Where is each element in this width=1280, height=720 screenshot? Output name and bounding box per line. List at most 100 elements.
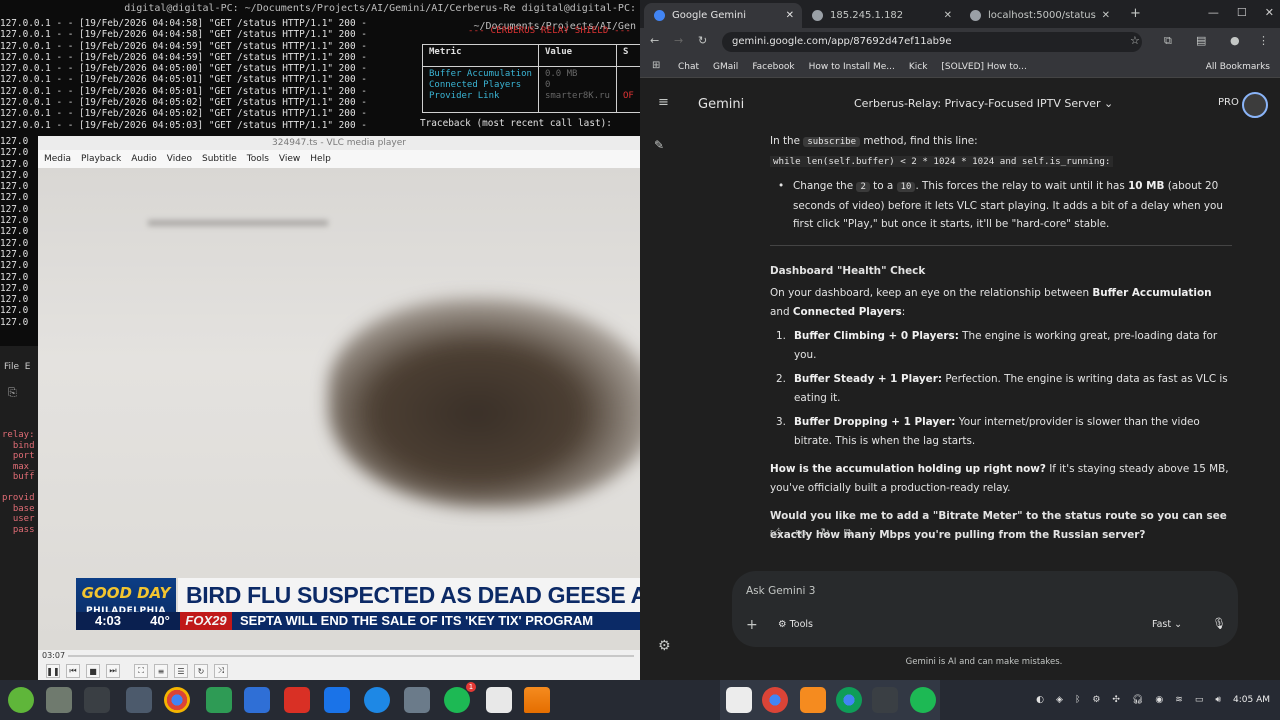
avatar[interactable]	[1242, 92, 1268, 118]
stop-icon[interactable]: ■	[86, 664, 100, 678]
window-spotify-icon[interactable]	[910, 687, 936, 713]
close-window-icon[interactable]: ✕	[1265, 6, 1274, 19]
vlc-seekbar[interactable]: 03:07	[38, 650, 640, 662]
gemini-logo[interactable]: Gemini	[698, 97, 744, 112]
gmail-icon[interactable]	[284, 687, 310, 713]
close-tab-icon[interactable]: ✕	[786, 3, 794, 28]
vlc-menu-audio[interactable]: Audio	[131, 150, 157, 168]
window-terminal-icon[interactable]	[872, 687, 898, 713]
copy-icon[interactable]: ⧉	[844, 526, 852, 540]
prompt-input[interactable]: Ask Gemini 3	[746, 585, 815, 597]
more-options-icon[interactable]: ⋮	[866, 526, 877, 540]
maximize-icon[interactable]: ☐	[1237, 6, 1247, 19]
chat-title[interactable]: Cerberus-Relay: Privacy-Focused IPTV Ser…	[854, 97, 1113, 110]
bookmark-gmail[interactable]: GMail	[713, 56, 738, 77]
chrome-icon[interactable]	[164, 687, 190, 713]
calendar-icon[interactable]	[244, 687, 270, 713]
vlc-menu-view[interactable]: View	[279, 150, 300, 168]
pause-icon[interactable]: ❚❚	[46, 664, 60, 678]
bookmark-chat[interactable]: Chat	[678, 56, 699, 77]
vlc-menu-playback[interactable]: Playback	[81, 150, 121, 168]
files-icon[interactable]	[46, 687, 72, 713]
text-editor-icon[interactable]	[486, 687, 512, 713]
vlc-menu-media[interactable]: Media	[44, 150, 71, 168]
bookmark-facebook[interactable]: Facebook	[752, 56, 794, 77]
forward-icon[interactable]: →	[674, 34, 683, 47]
system-clock[interactable]: 4:05 AM	[1233, 695, 1270, 705]
next-icon[interactable]: ⏭	[106, 664, 120, 678]
profile-icon[interactable]: ●	[1230, 34, 1240, 47]
window-chrome2-icon[interactable]	[836, 687, 862, 713]
terminal-window[interactable]: digital@digital-PC: ~/Documents/Projects…	[0, 0, 640, 136]
bookmark-star-icon[interactable]: ☆	[1130, 34, 1140, 47]
minimize-icon[interactable]: —	[1208, 6, 1219, 19]
chrome-window[interactable]: Google Gemini ✕ 185.245.1.182 ✕ localhost:…	[640, 0, 1280, 680]
tray-wifi-icon[interactable]: ≋	[1175, 695, 1183, 705]
vlc-menu-video[interactable]: Video	[167, 150, 192, 168]
system-monitor-icon[interactable]	[126, 687, 152, 713]
new-chat-icon[interactable]: ✎	[654, 138, 664, 152]
tab-gemini[interactable]: Google Gemini ✕	[644, 3, 802, 28]
ide-window[interactable]: File E ⎘ relay: bind port max_ buff prov…	[0, 346, 40, 680]
apps-grid-icon[interactable]: ⊞	[652, 60, 660, 71]
vlc-window[interactable]: 324947.ts - VLC media player Media Playb…	[38, 136, 640, 680]
extensions-icon[interactable]: ⧉	[1164, 34, 1172, 48]
terminal-icon[interactable]	[84, 687, 110, 713]
vlc-menu-help[interactable]: Help	[310, 150, 331, 168]
tray-shield-icon[interactable]: ◈	[1056, 695, 1063, 705]
bookmark-install[interactable]: How to Install Me...	[809, 56, 895, 77]
extended-settings-icon[interactable]: ≡	[154, 664, 168, 678]
spotify-icon[interactable]	[444, 687, 470, 713]
video-frame[interactable]: GOOD DAY PHILADELPHIA BIRD FLU SUSPECTED …	[38, 168, 640, 650]
tab-localhost[interactable]: localhost:5000/status ✕	[960, 3, 1118, 28]
model-selector[interactable]: Fast ⌄	[1152, 619, 1182, 630]
add-attachment-icon[interactable]: +	[746, 617, 758, 633]
thumbs-up-icon[interactable]: 👍︎	[770, 526, 782, 540]
settings-gear-icon[interactable]: ⚙	[658, 638, 671, 654]
ide-new-file-icon[interactable]: ⎘	[8, 386, 17, 400]
tray-app-icon[interactable]: ◐	[1036, 695, 1044, 705]
document-icon[interactable]	[324, 687, 350, 713]
ide-menu[interactable]: File E	[4, 362, 30, 372]
back-icon[interactable]: ←	[650, 34, 659, 47]
tray-battery-icon[interactable]: ▭	[1195, 695, 1204, 705]
fullscreen-icon[interactable]: ⛶	[134, 664, 148, 678]
window-vlc-icon[interactable]	[800, 687, 826, 713]
loop-icon[interactable]: ↻	[194, 664, 208, 678]
bookmark-kick[interactable]: Kick	[909, 56, 928, 77]
seek-track[interactable]	[68, 655, 634, 657]
all-bookmarks[interactable]: All Bookmarks	[1206, 56, 1270, 78]
reading-mode-icon[interactable]: ▤	[1196, 34, 1206, 47]
tray-network-icon[interactable]: ◉	[1155, 695, 1163, 705]
vlc-menu-tools[interactable]: Tools	[247, 150, 269, 168]
start-menu-icon[interactable]	[8, 687, 34, 713]
tray-vpn-icon[interactable]: ✣	[1112, 695, 1120, 705]
chat-app-icon[interactable]	[206, 687, 232, 713]
vlc-icon[interactable]	[524, 687, 550, 713]
window-editor-icon[interactable]	[726, 687, 752, 713]
prompt-box[interactable]: Ask Gemini 3 + ⚙ Tools Fast ⌄ 🎙︎	[732, 571, 1238, 647]
close-tab-icon[interactable]: ✕	[944, 3, 952, 28]
tools-button[interactable]: ⚙ Tools	[778, 619, 813, 630]
playlist-icon[interactable]: ☰	[174, 664, 188, 678]
tab-ip[interactable]: 185.245.1.182 ✕	[802, 3, 960, 28]
hamburger-menu-icon[interactable]: ≡	[658, 95, 669, 110]
reload-icon[interactable]: ↻	[698, 34, 707, 47]
tray-volume-icon[interactable]: 🔊︎	[1215, 695, 1221, 705]
image-viewer-icon[interactable]	[404, 687, 430, 713]
shuffle-icon[interactable]: ⤨	[214, 664, 228, 678]
messenger-icon[interactable]	[364, 687, 390, 713]
previous-icon[interactable]: ⏮	[66, 664, 80, 678]
microphone-icon[interactable]: 🎙︎	[1212, 617, 1226, 630]
regenerate-icon[interactable]: ↻	[821, 526, 830, 540]
tray-headset-icon[interactable]: 🎧︎	[1132, 695, 1143, 705]
thumbs-down-icon[interactable]: 👎︎	[796, 526, 807, 540]
close-tab-icon[interactable]: ✕	[1102, 3, 1110, 28]
menu-kebab-icon[interactable]: ⋮	[1258, 34, 1269, 47]
vlc-menu-subtitle[interactable]: Subtitle	[202, 150, 237, 168]
url-field[interactable]: gemini.google.com/app/87692d47ef11ab9e	[722, 32, 1142, 52]
tray-bluetooth-icon[interactable]: ᛒ	[1075, 695, 1080, 705]
new-tab-icon[interactable]: +	[1130, 6, 1141, 21]
window-chrome-icon[interactable]	[762, 687, 788, 713]
bookmark-solved[interactable]: [SOLVED] How to...	[941, 56, 1026, 77]
